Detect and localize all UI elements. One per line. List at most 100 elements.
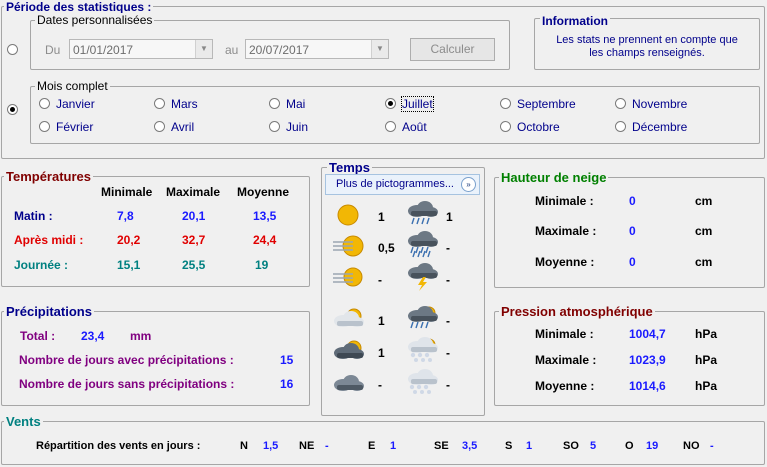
sun-icon bbox=[337, 204, 359, 226]
neige-moy-label: Moyenne : bbox=[535, 255, 595, 269]
month-label[interactable]: Juin bbox=[286, 120, 308, 134]
month-label[interactable]: Décembre bbox=[632, 120, 687, 134]
vent-value: 1 bbox=[526, 440, 533, 452]
radio-dates-personnalisees[interactable] bbox=[7, 44, 18, 55]
neige-min-label: Minimale : bbox=[535, 194, 594, 208]
pression-moy-label: Moyenne : bbox=[535, 379, 595, 393]
temp-row-journee-label: Journée : bbox=[14, 258, 69, 272]
month-label[interactable]: Mai bbox=[286, 97, 305, 111]
vent-value: 1,5 bbox=[263, 440, 279, 452]
heavy-rain-icon bbox=[408, 231, 438, 258]
fog-icon bbox=[333, 267, 363, 287]
snow-rain-icon bbox=[408, 337, 438, 362]
temp-row-journee-max: 25,5 bbox=[182, 258, 206, 272]
precip-avec-label: Nombre de jours avec précipitations : bbox=[19, 353, 234, 367]
pression-title: Pression atmosphérique bbox=[499, 304, 655, 319]
dates-legend: Dates personnalisées bbox=[35, 13, 155, 27]
temp-header-moy: Moyenne bbox=[237, 185, 290, 199]
vent-value: 1 bbox=[390, 440, 397, 452]
pression-min-label: Minimale : bbox=[535, 327, 594, 341]
vent-value: - bbox=[325, 440, 329, 452]
precip-avec-value: 15 bbox=[280, 353, 294, 367]
pression-min-unit: hPa bbox=[695, 327, 718, 341]
snow-icon bbox=[408, 369, 438, 394]
pression-max-unit: hPa bbox=[695, 353, 718, 367]
vent-direction: E bbox=[368, 440, 376, 452]
partly-cloudy-icon bbox=[334, 308, 364, 327]
information-line1: Les stats ne prennent en compte que bbox=[556, 34, 738, 46]
radio-month[interactable] bbox=[39, 98, 50, 109]
sun-rain-icon bbox=[408, 306, 438, 329]
month-label[interactable]: Novembre bbox=[632, 97, 687, 111]
radio-month[interactable] bbox=[500, 98, 511, 109]
periode-title: Période des statistiques : bbox=[4, 0, 154, 14]
precip-total-unit: mm bbox=[130, 329, 152, 343]
vents-label: Répartition des vents en jours : bbox=[36, 440, 201, 452]
neige-max-label: Maximale : bbox=[535, 224, 597, 238]
month-label[interactable]: Octobre bbox=[517, 120, 560, 134]
month-label[interactable]: Février bbox=[56, 120, 93, 134]
month-label[interactable]: Juillet bbox=[401, 96, 434, 112]
vent-value: 19 bbox=[646, 440, 659, 452]
temp-row-apresmidi-min: 20,2 bbox=[117, 233, 141, 247]
neige-min-value: 0 bbox=[629, 194, 636, 208]
temps-right-value: - bbox=[446, 241, 450, 255]
temp-row-matin-min: 7,8 bbox=[117, 209, 134, 223]
thunderstorm-icon bbox=[408, 263, 438, 291]
month-label[interactable]: Avril bbox=[171, 120, 194, 134]
du-label: Du bbox=[45, 43, 61, 57]
pictogrammes-dropdown[interactable]: Plus de pictogrammes... » bbox=[325, 174, 480, 195]
temps-left-value: 0,5 bbox=[378, 241, 395, 255]
radio-month[interactable] bbox=[269, 121, 280, 132]
radio-month[interactable] bbox=[615, 121, 626, 132]
temp-row-apresmidi-max: 32,7 bbox=[182, 233, 206, 247]
vent-direction: SO bbox=[563, 440, 579, 452]
temps-right-value: - bbox=[446, 378, 450, 392]
precip-total-value: 23,4 bbox=[81, 329, 105, 343]
temp-row-matin-moy: 13,5 bbox=[253, 209, 277, 223]
radio-month[interactable] bbox=[615, 98, 626, 109]
radio-month[interactable] bbox=[385, 98, 396, 109]
precip-sans-label: Nombre de jours sans précipitations : bbox=[19, 377, 235, 391]
chevron-down-icon[interactable]: ▼ bbox=[371, 40, 388, 58]
date-du-field[interactable]: 01/01/2017 ▼ bbox=[69, 39, 213, 59]
vent-value: 5 bbox=[590, 440, 597, 452]
temps-right-value: - bbox=[446, 346, 450, 360]
temp-row-apresmidi-moy: 24,4 bbox=[253, 233, 277, 247]
temp-row-matin-label: Matin : bbox=[14, 209, 53, 223]
precip-sans-value: 16 bbox=[280, 377, 294, 391]
vent-value: 3,5 bbox=[462, 440, 478, 452]
radio-mois-complet[interactable] bbox=[7, 104, 18, 115]
month-label[interactable]: Septembre bbox=[517, 97, 576, 111]
temp-row-matin-max: 20,1 bbox=[182, 209, 206, 223]
pictogrammes-label: Plus de pictogrammes... bbox=[336, 178, 454, 190]
month-label[interactable]: Janvier bbox=[56, 97, 95, 111]
radio-month[interactable] bbox=[385, 121, 396, 132]
neige-min-unit: cm bbox=[695, 194, 713, 208]
neige-moy-value: 0 bbox=[629, 255, 636, 269]
temps-left-value: 1 bbox=[378, 314, 385, 328]
dark-partly-cloudy-icon bbox=[334, 340, 364, 359]
pression-min-value: 1004,7 bbox=[629, 327, 666, 341]
radio-month[interactable] bbox=[154, 121, 165, 132]
calculer-button[interactable]: Calculer bbox=[410, 38, 495, 61]
radio-month[interactable] bbox=[269, 98, 280, 109]
neige-title: Hauteur de neige bbox=[499, 170, 609, 185]
chevron-down-icon[interactable]: ▼ bbox=[195, 40, 212, 58]
neige-moy-unit: cm bbox=[695, 255, 713, 269]
temps-left-value: - bbox=[378, 378, 382, 392]
double-chevron-down-icon[interactable]: » bbox=[461, 177, 476, 192]
month-label[interactable]: Mars bbox=[171, 97, 198, 111]
radio-month[interactable] bbox=[154, 98, 165, 109]
vent-direction: S bbox=[505, 440, 513, 452]
date-au-field[interactable]: 20/07/2017 ▼ bbox=[245, 39, 389, 59]
pression-moy-value: 1014,6 bbox=[629, 379, 666, 393]
temp-header-max: Maximale bbox=[166, 185, 221, 199]
date-au-value: 20/07/2017 bbox=[249, 43, 310, 57]
radio-month[interactable] bbox=[500, 121, 511, 132]
radio-month[interactable] bbox=[39, 121, 50, 132]
temps-title: Temps bbox=[327, 160, 372, 175]
vent-direction: NE bbox=[299, 440, 315, 452]
month-label[interactable]: Août bbox=[402, 120, 427, 134]
vent-direction: SE bbox=[434, 440, 449, 452]
